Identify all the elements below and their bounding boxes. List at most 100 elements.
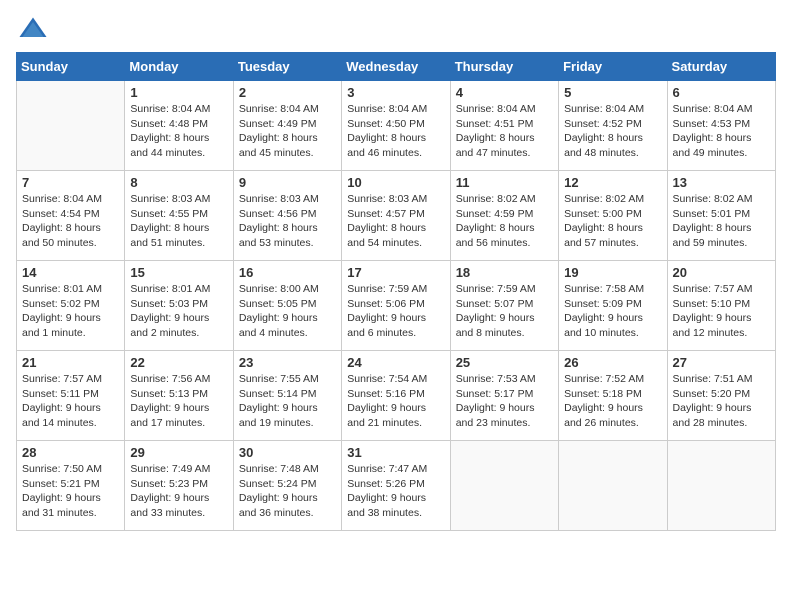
- day-number: 21: [22, 355, 119, 370]
- day-number: 14: [22, 265, 119, 280]
- day-info: Sunrise: 7:57 AMSunset: 5:11 PMDaylight:…: [22, 372, 119, 431]
- day-info: Sunrise: 8:02 AMSunset: 4:59 PMDaylight:…: [456, 192, 553, 251]
- day-info: Sunrise: 8:03 AMSunset: 4:55 PMDaylight:…: [130, 192, 227, 251]
- day-info: Sunrise: 8:01 AMSunset: 5:03 PMDaylight:…: [130, 282, 227, 341]
- day-of-week-wednesday: Wednesday: [342, 53, 450, 81]
- day-info: Sunrise: 8:04 AMSunset: 4:53 PMDaylight:…: [673, 102, 770, 161]
- day-of-week-thursday: Thursday: [450, 53, 558, 81]
- day-number: 9: [239, 175, 336, 190]
- day-info: Sunrise: 7:50 AMSunset: 5:21 PMDaylight:…: [22, 462, 119, 521]
- day-info: Sunrise: 7:59 AMSunset: 5:07 PMDaylight:…: [456, 282, 553, 341]
- calendar-cell: 31Sunrise: 7:47 AMSunset: 5:26 PMDayligh…: [342, 441, 450, 531]
- day-info: Sunrise: 7:56 AMSunset: 5:13 PMDaylight:…: [130, 372, 227, 431]
- day-number: 2: [239, 85, 336, 100]
- calendar-cell: 24Sunrise: 7:54 AMSunset: 5:16 PMDayligh…: [342, 351, 450, 441]
- calendar-cell: 26 Sunrise: 7:52 AMSunset: 5:18 PMDayligh…: [559, 351, 667, 441]
- day-number: 4: [456, 85, 553, 100]
- day-number: 20: [673, 265, 770, 280]
- day-number: 7: [22, 175, 119, 190]
- calendar-cell: 7Sunrise: 8:04 AMSunset: 4:54 PMDaylight…: [17, 171, 125, 261]
- day-number: 30: [239, 445, 336, 460]
- day-info: Sunrise: 8:04 AMSunset: 4:50 PMDaylight:…: [347, 102, 444, 161]
- day-info: Sunrise: 7:53 AMSunset: 5:17 PMDaylight:…: [456, 372, 553, 431]
- calendar-cell: 22 Sunrise: 7:56 AMSunset: 5:13 PMDayligh…: [125, 351, 233, 441]
- day-number: 25: [456, 355, 553, 370]
- day-of-week-monday: Monday: [125, 53, 233, 81]
- day-info: Sunrise: 7:59 AMSunset: 5:06 PMDaylight:…: [347, 282, 444, 341]
- calendar-cell: 25 Sunrise: 7:53 AMSunset: 5:17 PMDayligh…: [450, 351, 558, 441]
- calendar-cell: [450, 441, 558, 531]
- calendar-cell: [559, 441, 667, 531]
- day-info: Sunrise: 8:04 AMSunset: 4:49 PMDaylight:…: [239, 102, 336, 161]
- calendar-cell: 28 Sunrise: 7:50 AMSunset: 5:21 PMDayligh…: [17, 441, 125, 531]
- calendar-cell: 13 Sunrise: 8:02 AMSunset: 5:01 PMDayligh…: [667, 171, 775, 261]
- calendar-week-row: 1 Sunrise: 8:04 AMSunset: 4:48 PMDaylight…: [17, 81, 776, 171]
- calendar-table: SundayMondayTuesdayWednesdayThursdayFrid…: [16, 52, 776, 531]
- day-number: 31: [347, 445, 444, 460]
- day-number: 15: [130, 265, 227, 280]
- day-info: Sunrise: 8:03 AMSunset: 4:56 PMDaylight:…: [239, 192, 336, 251]
- calendar-cell: 11 Sunrise: 8:02 AMSunset: 4:59 PMDayligh…: [450, 171, 558, 261]
- day-number: 29: [130, 445, 227, 460]
- day-number: 24: [347, 355, 444, 370]
- day-number: 10: [347, 175, 444, 190]
- day-number: 11: [456, 175, 553, 190]
- calendar-cell: 5 Sunrise: 8:04 AMSunset: 4:52 PMDaylight…: [559, 81, 667, 171]
- day-number: 23: [239, 355, 336, 370]
- day-info: Sunrise: 7:57 AMSunset: 5:10 PMDaylight:…: [673, 282, 770, 341]
- calendar-cell: [667, 441, 775, 531]
- calendar-cell: 3 Sunrise: 8:04 AMSunset: 4:50 PMDaylight…: [342, 81, 450, 171]
- calendar-cell: 6Sunrise: 8:04 AMSunset: 4:53 PMDaylight…: [667, 81, 775, 171]
- day-info: Sunrise: 7:55 AMSunset: 5:14 PMDaylight:…: [239, 372, 336, 431]
- day-number: 8: [130, 175, 227, 190]
- day-info: Sunrise: 8:00 AMSunset: 5:05 PMDaylight:…: [239, 282, 336, 341]
- day-info: Sunrise: 7:51 AMSunset: 5:20 PMDaylight:…: [673, 372, 770, 431]
- calendar-cell: 27 Sunrise: 7:51 AMSunset: 5:20 PMDayligh…: [667, 351, 775, 441]
- calendar-cell: 29 Sunrise: 7:49 AMSunset: 5:23 PMDayligh…: [125, 441, 233, 531]
- calendar-cell: 16 Sunrise: 8:00 AMSunset: 5:05 PMDayligh…: [233, 261, 341, 351]
- calendar-cell: 21 Sunrise: 7:57 AMSunset: 5:11 PMDayligh…: [17, 351, 125, 441]
- day-info: Sunrise: 7:58 AMSunset: 5:09 PMDaylight:…: [564, 282, 661, 341]
- day-info: Sunrise: 8:03 AMSunset: 4:57 PMDaylight:…: [347, 192, 444, 251]
- day-of-week-friday: Friday: [559, 53, 667, 81]
- calendar-cell: 12Sunrise: 8:02 AMSunset: 5:00 PMDayligh…: [559, 171, 667, 261]
- day-number: 1: [130, 85, 227, 100]
- calendar-cell: 9 Sunrise: 8:03 AMSunset: 4:56 PMDaylight…: [233, 171, 341, 261]
- calendar-cell: 19 Sunrise: 7:58 AMSunset: 5:09 PMDayligh…: [559, 261, 667, 351]
- logo-icon: [18, 16, 48, 40]
- day-number: 5: [564, 85, 661, 100]
- day-number: 16: [239, 265, 336, 280]
- day-of-week-sunday: Sunday: [17, 53, 125, 81]
- day-info: Sunrise: 8:02 AMSunset: 5:00 PMDaylight:…: [564, 192, 661, 251]
- calendar-cell: 10 Sunrise: 8:03 AMSunset: 4:57 PMDayligh…: [342, 171, 450, 261]
- day-info: Sunrise: 8:04 AMSunset: 4:51 PMDaylight:…: [456, 102, 553, 161]
- calendar-cell: [17, 81, 125, 171]
- day-info: Sunrise: 8:02 AMSunset: 5:01 PMDaylight:…: [673, 192, 770, 251]
- day-info: Sunrise: 7:49 AMSunset: 5:23 PMDaylight:…: [130, 462, 227, 521]
- calendar-week-row: 7Sunrise: 8:04 AMSunset: 4:54 PMDaylight…: [17, 171, 776, 261]
- day-number: 3: [347, 85, 444, 100]
- calendar-cell: 14Sunrise: 8:01 AMSunset: 5:02 PMDayligh…: [17, 261, 125, 351]
- calendar-cell: 2 Sunrise: 8:04 AMSunset: 4:49 PMDaylight…: [233, 81, 341, 171]
- day-number: 22: [130, 355, 227, 370]
- day-of-week-saturday: Saturday: [667, 53, 775, 81]
- calendar-week-row: 28 Sunrise: 7:50 AMSunset: 5:21 PMDayligh…: [17, 441, 776, 531]
- day-number: 26: [564, 355, 661, 370]
- day-number: 28: [22, 445, 119, 460]
- day-info: Sunrise: 8:04 AMSunset: 4:52 PMDaylight:…: [564, 102, 661, 161]
- calendar-cell: 8 Sunrise: 8:03 AMSunset: 4:55 PMDaylight…: [125, 171, 233, 261]
- day-of-week-tuesday: Tuesday: [233, 53, 341, 81]
- day-number: 19: [564, 265, 661, 280]
- header: [16, 16, 776, 40]
- calendar-cell: 17Sunrise: 7:59 AMSunset: 5:06 PMDayligh…: [342, 261, 450, 351]
- calendar-week-row: 14Sunrise: 8:01 AMSunset: 5:02 PMDayligh…: [17, 261, 776, 351]
- calendar-cell: 15 Sunrise: 8:01 AMSunset: 5:03 PMDayligh…: [125, 261, 233, 351]
- day-number: 13: [673, 175, 770, 190]
- day-number: 27: [673, 355, 770, 370]
- day-info: Sunrise: 8:04 AMSunset: 4:48 PMDaylight:…: [130, 102, 227, 161]
- calendar-cell: 30Sunrise: 7:48 AMSunset: 5:24 PMDayligh…: [233, 441, 341, 531]
- calendar-cell: 20 Sunrise: 7:57 AMSunset: 5:10 PMDayligh…: [667, 261, 775, 351]
- day-info: Sunrise: 7:52 AMSunset: 5:18 PMDaylight:…: [564, 372, 661, 431]
- calendar-cell: 1 Sunrise: 8:04 AMSunset: 4:48 PMDaylight…: [125, 81, 233, 171]
- day-number: 18: [456, 265, 553, 280]
